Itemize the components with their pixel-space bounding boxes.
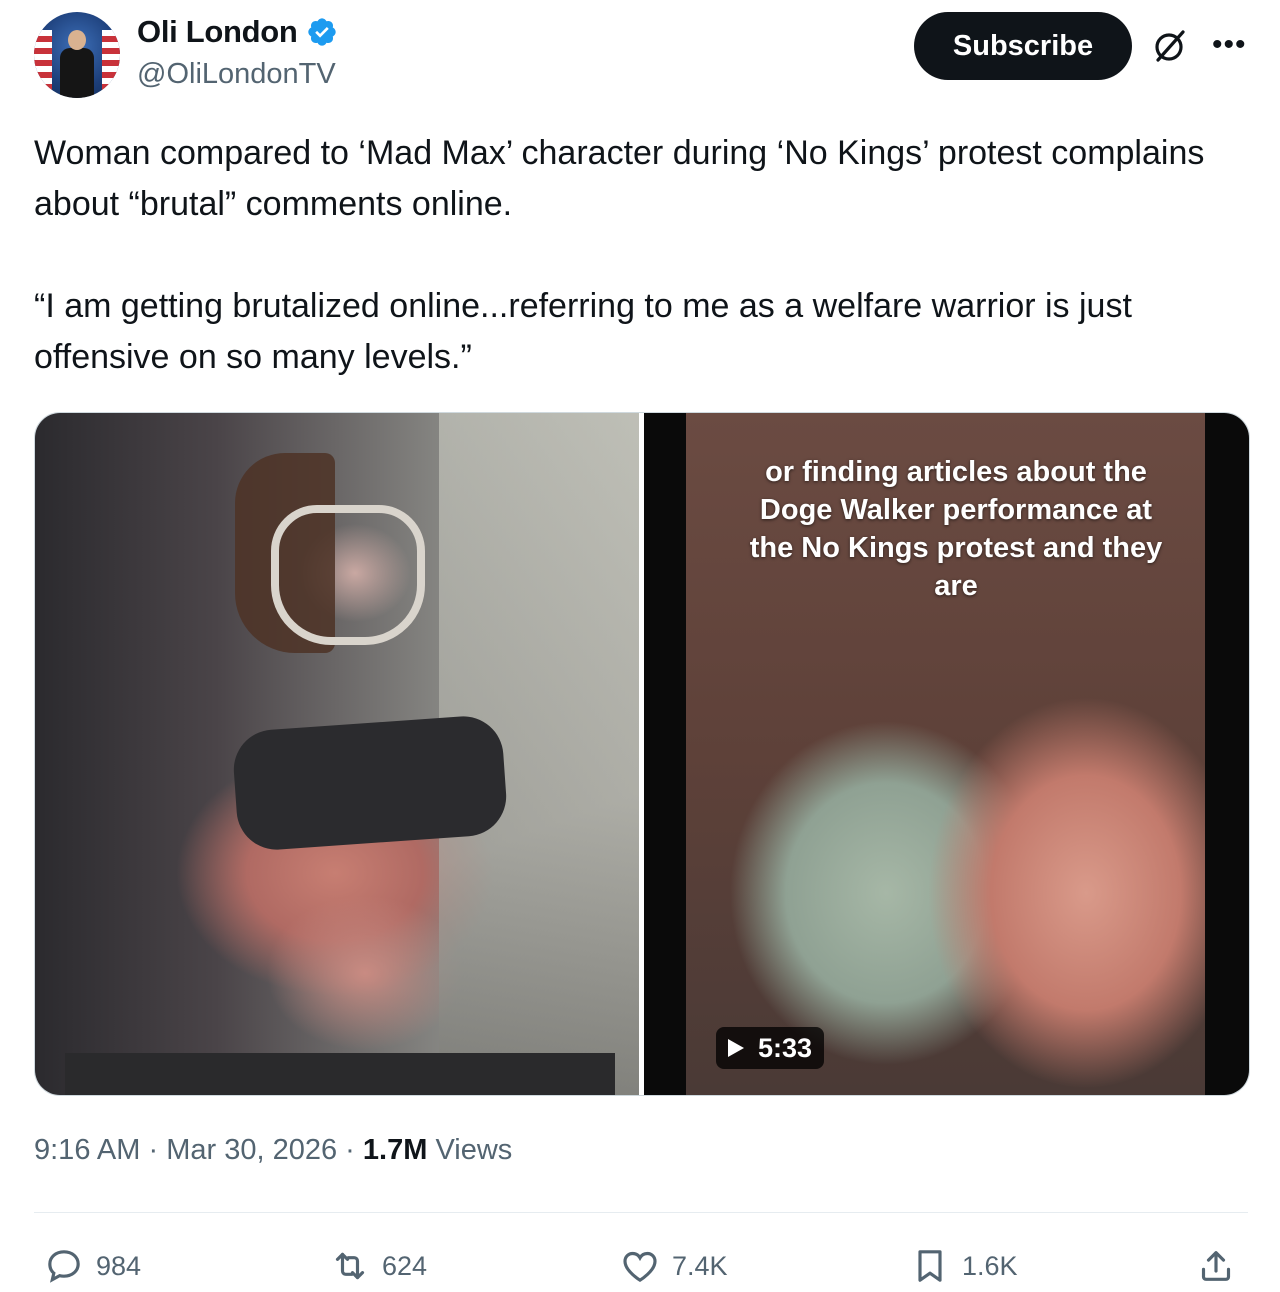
avatar-figure-body [60, 48, 94, 98]
like-button[interactable]: 7.4K [620, 1246, 728, 1286]
reply-icon [48, 1250, 80, 1283]
views-count: 1.7M [362, 1134, 428, 1166]
avatar[interactable] [34, 12, 120, 98]
repost-count: 624 [382, 1250, 428, 1281]
more-options-icon[interactable]: ••• [1212, 30, 1247, 60]
bookmark-button[interactable]: 1.6K [910, 1246, 1018, 1286]
video-duration: 5:33 [758, 1032, 813, 1063]
flag-left [34, 30, 52, 90]
verified-badge-icon [307, 18, 336, 46]
tweet-time[interactable]: 9:16 AM [34, 1134, 140, 1166]
video-caption: or finding articles about the Doge Walke… [749, 456, 1163, 602]
grok-icon[interactable] [1150, 26, 1190, 66]
views-label: Views [435, 1134, 513, 1166]
tweet-paragraph: “I am getting brutalized online...referr… [34, 287, 1132, 376]
media-video[interactable]: or finding articles about the Doge Walke… [644, 413, 1249, 1095]
meta-separator: · [148, 1134, 159, 1166]
photo-wheelchair [65, 1053, 615, 1095]
share-icon [1201, 1251, 1231, 1281]
avatar-figure-head [68, 30, 86, 50]
author-name-row: Oli London [137, 14, 338, 50]
author-name[interactable]: Oli London [137, 14, 298, 50]
divider [34, 1212, 1248, 1213]
tweet-date[interactable]: Mar 30, 2026 [166, 1134, 337, 1166]
media-grid: or finding articles about the Doge Walke… [34, 412, 1250, 1096]
share-button[interactable] [1196, 1246, 1236, 1286]
like-count: 7.4K [672, 1250, 728, 1281]
video-duration-badge: 5:33 [716, 1027, 825, 1069]
meta-separator: · [345, 1134, 355, 1166]
bookmark-icon [918, 1250, 942, 1282]
tweet-text: Woman compared to ‘Mad Max’ character du… [34, 128, 1264, 383]
tweet-meta: 9:16 AM · Mar 30, 2026 · 1.7M Views [34, 1134, 512, 1167]
photo-subject-mask [271, 505, 425, 645]
reply-count: 984 [96, 1250, 142, 1281]
video-thumbnail: or finding articles about the Doge Walke… [686, 413, 1205, 1095]
reply-button[interactable]: 984 [44, 1246, 141, 1286]
media-photo[interactable] [35, 413, 639, 1095]
play-icon [728, 1039, 744, 1057]
heart-icon [623, 1251, 657, 1283]
subscribe-button[interactable]: Subscribe [914, 12, 1132, 80]
repost-button[interactable]: 624 [330, 1246, 427, 1286]
repost-icon [335, 1252, 365, 1280]
bookmark-count: 1.6K [962, 1250, 1018, 1281]
flag-right [102, 30, 120, 90]
tweet-paragraph: Woman compared to ‘Mad Max’ character du… [34, 134, 1205, 223]
photo-subject-strap [231, 713, 509, 853]
author-handle[interactable]: @OliLondonTV [137, 58, 336, 91]
